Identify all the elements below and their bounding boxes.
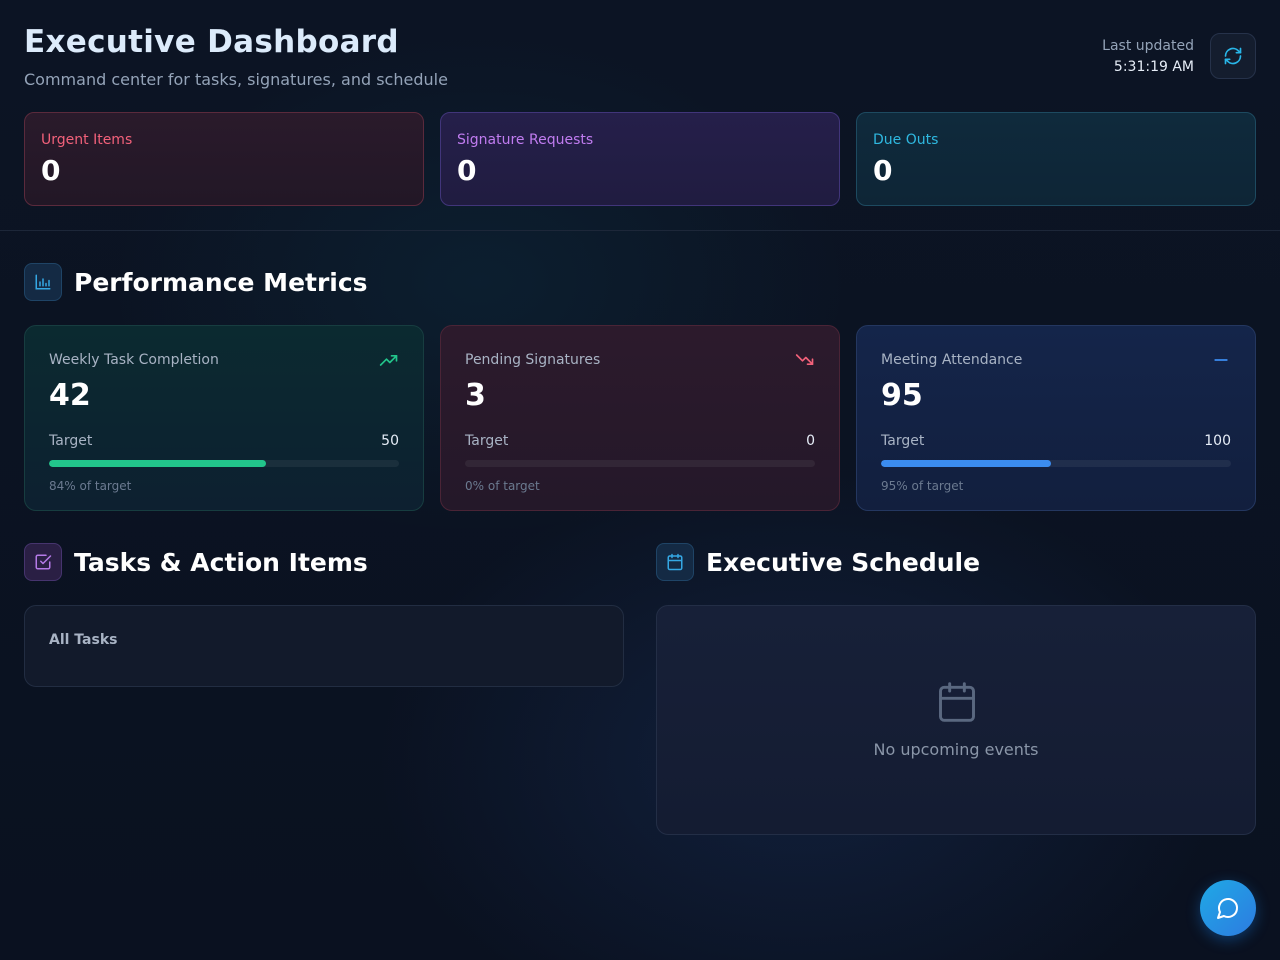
status-cards: Urgent Items 0 Signature Requests 0 Due …	[24, 112, 1256, 206]
urgent-items-card[interactable]: Urgent Items 0	[24, 112, 424, 206]
metric-value: 95	[881, 378, 923, 413]
performance-section-header: Performance Metrics	[24, 263, 368, 301]
urgent-items-value: 0	[41, 154, 61, 187]
schedule-section-header: Executive Schedule	[656, 543, 980, 581]
progress-bar	[881, 460, 1231, 467]
due-outs-value: 0	[873, 154, 893, 187]
minus-icon	[1214, 359, 1228, 361]
target-value: 100	[1204, 433, 1231, 449]
metric-label: Pending Signatures	[465, 352, 601, 368]
tasks-title: Tasks & Action Items	[74, 547, 368, 577]
calendar-empty-icon	[939, 682, 975, 722]
target-label: Target	[881, 433, 925, 449]
divider	[0, 230, 1280, 231]
percent-of-target: 95% of target	[881, 479, 964, 493]
refresh-icon	[1224, 47, 1242, 65]
trending-up-icon	[379, 355, 398, 366]
target-label: Target	[49, 433, 93, 449]
urgent-items-label: Urgent Items	[41, 132, 133, 148]
percent-of-target: 84% of target	[49, 479, 132, 493]
due-outs-label: Due Outs	[873, 132, 939, 148]
metric-label: Meeting Attendance	[881, 352, 1023, 368]
progress-bar	[49, 460, 399, 467]
signature-requests-label: Signature Requests	[457, 132, 594, 148]
target-value: 0	[806, 433, 815, 449]
refresh-button[interactable]	[1210, 33, 1256, 79]
target-label: Target	[465, 433, 509, 449]
schedule-title: Executive Schedule	[706, 547, 981, 577]
last-updated: Last updated 5:31:19 AM	[1102, 37, 1194, 77]
page-subtitle: Command center for tasks, signatures, an…	[24, 70, 448, 89]
metric-card-meeting-attendance[interactable]: Meeting Attendance 95 Target 100 95% of …	[856, 325, 1256, 511]
page-title: Executive Dashboard	[24, 24, 399, 60]
trending-down-icon	[795, 354, 814, 365]
tasks-panel: All Tasks	[24, 605, 624, 687]
all-tasks-heading[interactable]: All Tasks	[49, 632, 599, 648]
metric-value: 3	[465, 378, 486, 413]
schedule-panel: No upcoming events	[656, 605, 1256, 835]
last-updated-time: 5:31:19 AM	[1113, 59, 1194, 75]
metric-label: Weekly Task Completion	[49, 352, 219, 368]
last-updated-label: Last updated	[1102, 38, 1194, 54]
chat-bubble-icon	[1217, 898, 1238, 919]
progress-fill	[49, 460, 266, 467]
percent-of-target: 0% of target	[465, 479, 540, 493]
chat-button[interactable]	[1200, 880, 1256, 936]
performance-title: Performance Metrics	[74, 267, 368, 297]
metric-value: 42	[49, 378, 91, 413]
signature-requests-value: 0	[457, 154, 477, 187]
due-outs-card[interactable]: Due Outs 0	[856, 112, 1256, 206]
progress-fill	[881, 460, 1052, 467]
progress-bar	[465, 460, 815, 467]
header: Executive Dashboard Command center for t…	[24, 24, 1256, 94]
signature-requests-card[interactable]: Signature Requests 0	[440, 112, 840, 206]
tasks-section-header: Tasks & Action Items	[24, 543, 368, 581]
metric-card-weekly-task-completion[interactable]: Weekly Task Completion 42 Target 50 84% …	[24, 325, 424, 511]
target-value: 50	[381, 433, 399, 449]
metrics-row: Weekly Task Completion 42 Target 50 84% …	[24, 325, 1256, 511]
metric-card-pending-signatures[interactable]: Pending Signatures 3 Target 0 0% of targ…	[440, 325, 840, 511]
bar-chart-icon	[24, 263, 62, 301]
calendar-icon	[656, 543, 694, 581]
empty-schedule-text: No upcoming events	[873, 740, 1039, 759]
checkbox-icon	[24, 543, 62, 581]
